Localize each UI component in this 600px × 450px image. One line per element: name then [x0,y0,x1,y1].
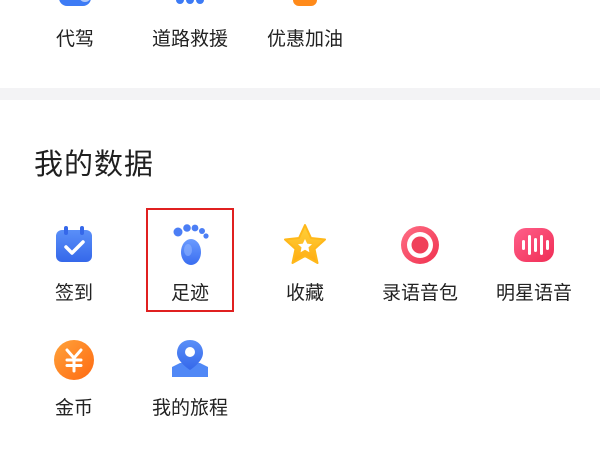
services-card: 代驾 道路救援 优惠加油 [0,0,600,88]
service-label: 道路救援 [151,28,228,50]
service-item-fuel-discount[interactable]: 优惠加油 [250,0,360,88]
calendar-check-icon [56,226,92,262]
coin-icon [54,340,94,380]
grid-item-label: 足迹 [170,282,209,304]
service-item-road-rescue[interactable]: 道路救援 [135,0,245,88]
grid-item-label: 收藏 [285,282,324,304]
grid-item-label: 明星语音 [495,282,572,304]
tow-truck-icon [176,0,204,4]
service-label: 代驾 [55,28,94,50]
map-pin-icon [172,340,208,377]
service-label: 优惠加油 [266,28,343,50]
star-icon [284,224,326,264]
grid-item-label: 签到 [54,282,93,304]
grid-item-favorites[interactable]: 收藏 [250,212,360,312]
car-icon [59,0,91,6]
record-icon [401,226,439,264]
grid-item-coins[interactable]: 金币 [19,327,129,427]
grid-item-my-journey[interactable]: 我的旅程 [135,327,245,427]
section-divider [0,88,600,100]
grid-item-celebrity-voice[interactable]: 明星语音 [479,212,589,312]
fuel-icon [293,0,317,6]
section-title: 我的数据 [34,147,155,181]
grid-item-label: 我的旅程 [151,397,228,419]
grid-item-label: 录语音包 [381,282,458,304]
grid-item-checkin[interactable]: 签到 [19,212,129,312]
grid-item-footprint[interactable]: 足迹 [135,212,245,312]
grid-item-record-voice-pack[interactable]: 录语音包 [365,212,475,312]
app-page: 代驾 道路救援 优惠加油 我的数据 签到 足迹 收藏 录语音包 明星语音 金币 … [0,0,600,450]
footprint-icon [173,224,209,265]
grid-item-label: 金币 [54,397,93,419]
service-item-designated-driver[interactable]: 代驾 [20,0,130,88]
soundwave-icon [514,228,554,262]
